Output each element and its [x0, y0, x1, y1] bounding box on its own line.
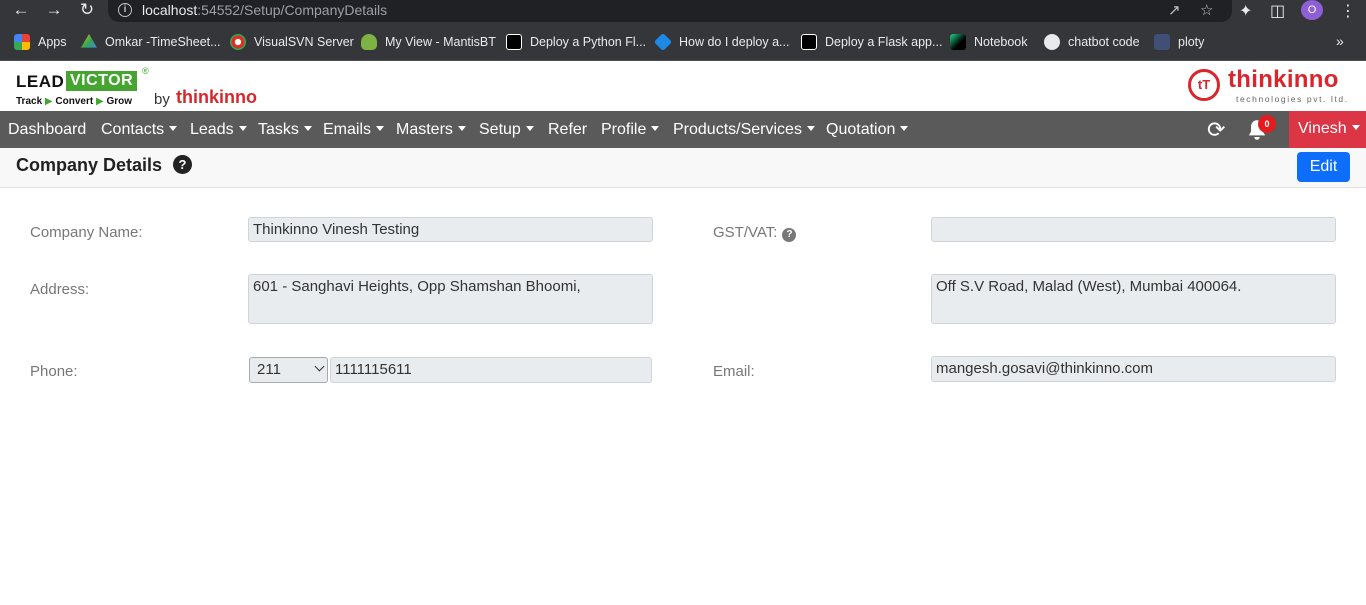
- leadvictor-logo[interactable]: LEAD VICTOR ® Track ▶ Convert ▶ Grow: [16, 66, 166, 110]
- company-name-field[interactable]: Thinkinno Vinesh Testing: [248, 217, 653, 242]
- refresh-icon[interactable]: ⟳: [1207, 117, 1225, 143]
- bookmark-visualsvn[interactable]: VisualSVN Server: [230, 33, 354, 51]
- caret-down-icon: [376, 126, 385, 131]
- bookmark-apps[interactable]: Apps: [14, 33, 67, 51]
- medium-icon: [506, 34, 522, 50]
- address-line2-field[interactable]: Off S.V Road, Malad (West), Mumbai 40006…: [931, 274, 1336, 324]
- nav-tasks[interactable]: Tasks: [258, 111, 312, 148]
- caret-down-icon: [238, 126, 247, 131]
- bookmark-notebook[interactable]: Notebook: [950, 33, 1028, 51]
- extensions-puzzle-icon[interactable]: ✦: [1239, 1, 1252, 21]
- address-label: Address:: [30, 281, 90, 298]
- address-line1-field[interactable]: 601 - Sanghavi Heights, Opp Shamshan Bho…: [248, 274, 653, 324]
- main-navbar: Dashboard Contacts Leads Tasks Emails Ma…: [0, 111, 1366, 148]
- bookmark-timesheet[interactable]: Omkar -TimeSheet...: [81, 33, 221, 51]
- site-info-icon[interactable]: i: [118, 3, 132, 17]
- nav-emails[interactable]: Emails: [323, 111, 385, 148]
- caret-down-icon: [900, 126, 909, 131]
- bookmark-chatbot[interactable]: chatbot code: [1044, 33, 1140, 51]
- reload-icon[interactable]: ↻: [75, 0, 99, 22]
- caret-down-icon: [169, 126, 178, 131]
- mantis-icon: [361, 34, 377, 50]
- bookmark-deploy-flask[interactable]: Deploy a Flask app...: [801, 33, 942, 51]
- thinkinno-mark-icon: tT: [1188, 69, 1220, 101]
- company-name-label: Company Name:: [30, 224, 143, 241]
- nav-profile[interactable]: Profile: [601, 111, 660, 148]
- caret-down-icon: [303, 126, 312, 131]
- nav-leads[interactable]: Leads: [190, 111, 247, 148]
- nav-products-services[interactable]: Products/Services: [673, 111, 815, 148]
- email-field[interactable]: mangesh.gosavi@thinkinno.com: [931, 356, 1336, 382]
- page-title: Company Details: [16, 155, 163, 175]
- caret-down-icon: [1351, 125, 1360, 130]
- nav-masters[interactable]: Masters: [396, 111, 466, 148]
- back-arrow-icon[interactable]: ←: [9, 0, 33, 22]
- bookmark-mantisbt[interactable]: My View - MantisBT: [361, 33, 496, 51]
- plotly-icon: [1154, 34, 1170, 50]
- caret-down-icon: [525, 126, 534, 131]
- bookmark-ploty[interactable]: ploty: [1154, 33, 1204, 51]
- address-bar[interactable]: i localhost:54552/Setup/CompanyDetails ↗…: [108, 0, 1232, 22]
- stackshare-icon: [653, 32, 673, 52]
- user-menu-button[interactable]: Vinesh: [1289, 111, 1366, 148]
- by-text: by: [154, 91, 170, 108]
- chevron-down-icon: [314, 361, 325, 372]
- forward-arrow-icon[interactable]: →: [42, 0, 66, 22]
- profile-avatar[interactable]: O: [1301, 0, 1323, 20]
- visualsvn-icon: [230, 34, 246, 50]
- nav-refer[interactable]: Refer: [548, 111, 587, 148]
- nav-quotation[interactable]: Quotation: [826, 111, 909, 148]
- page-header: Company Details ? Edit: [0, 148, 1366, 188]
- apps-grid-icon: [14, 34, 30, 50]
- browser-menu-icon[interactable]: ⋮: [1340, 1, 1356, 21]
- nav-dashboard[interactable]: Dashboard: [8, 111, 86, 148]
- brand-tagline: Track ▶ Convert ▶ Grow: [16, 96, 133, 107]
- app-header: LEAD VICTOR ® Track ▶ Convert ▶ Grow by …: [0, 61, 1366, 111]
- edit-button[interactable]: Edit: [1297, 152, 1350, 182]
- side-panel-icon[interactable]: ◫: [1270, 1, 1285, 21]
- phone-label: Phone:: [30, 363, 78, 380]
- bookmarks-bar: Apps Omkar -TimeSheet... VisualSVN Serve…: [0, 22, 1366, 61]
- help-question-icon[interactable]: ?: [173, 155, 192, 174]
- phone-code-select[interactable]: 211: [249, 357, 328, 383]
- nav-setup[interactable]: Setup: [479, 111, 534, 148]
- drive-icon: [81, 34, 97, 48]
- caret-down-icon: [651, 126, 660, 131]
- notification-badge: 0: [1258, 115, 1276, 133]
- pycharm-icon: [950, 34, 966, 50]
- phone-number-field[interactable]: 1111115611: [330, 357, 652, 383]
- url-text[interactable]: localhost:54552/Setup/CompanyDetails: [142, 2, 387, 18]
- medium-icon: [801, 34, 817, 50]
- gst-vat-label: GST/VAT:?: [713, 224, 797, 242]
- github-icon: [1044, 34, 1060, 50]
- bookmark-how-deploy[interactable]: How do I deploy a...: [653, 32, 789, 52]
- gst-vat-field[interactable]: [931, 217, 1336, 242]
- caret-down-icon: [457, 126, 466, 131]
- share-icon[interactable]: ↗: [1168, 1, 1181, 19]
- nav-contacts[interactable]: Contacts: [101, 111, 178, 148]
- registered-icon: ®: [142, 66, 149, 76]
- thinkinno-logo: tT thinkinno technologies pvt. ltd.: [1188, 66, 1353, 105]
- browser-toolbar: ← → ↻ i localhost:54552/Setup/CompanyDet…: [0, 0, 1366, 22]
- gst-help-icon[interactable]: ?: [782, 228, 797, 242]
- bookmark-star-icon[interactable]: ☆: [1200, 1, 1213, 19]
- caret-down-icon: [806, 126, 815, 131]
- bookmark-deploy-python[interactable]: Deploy a Python Fl...: [506, 33, 646, 51]
- by-brand-text: thinkinno: [176, 87, 257, 107]
- more-bookmarks-chevron-icon[interactable]: »: [1336, 33, 1344, 49]
- email-label: Email:: [713, 363, 755, 380]
